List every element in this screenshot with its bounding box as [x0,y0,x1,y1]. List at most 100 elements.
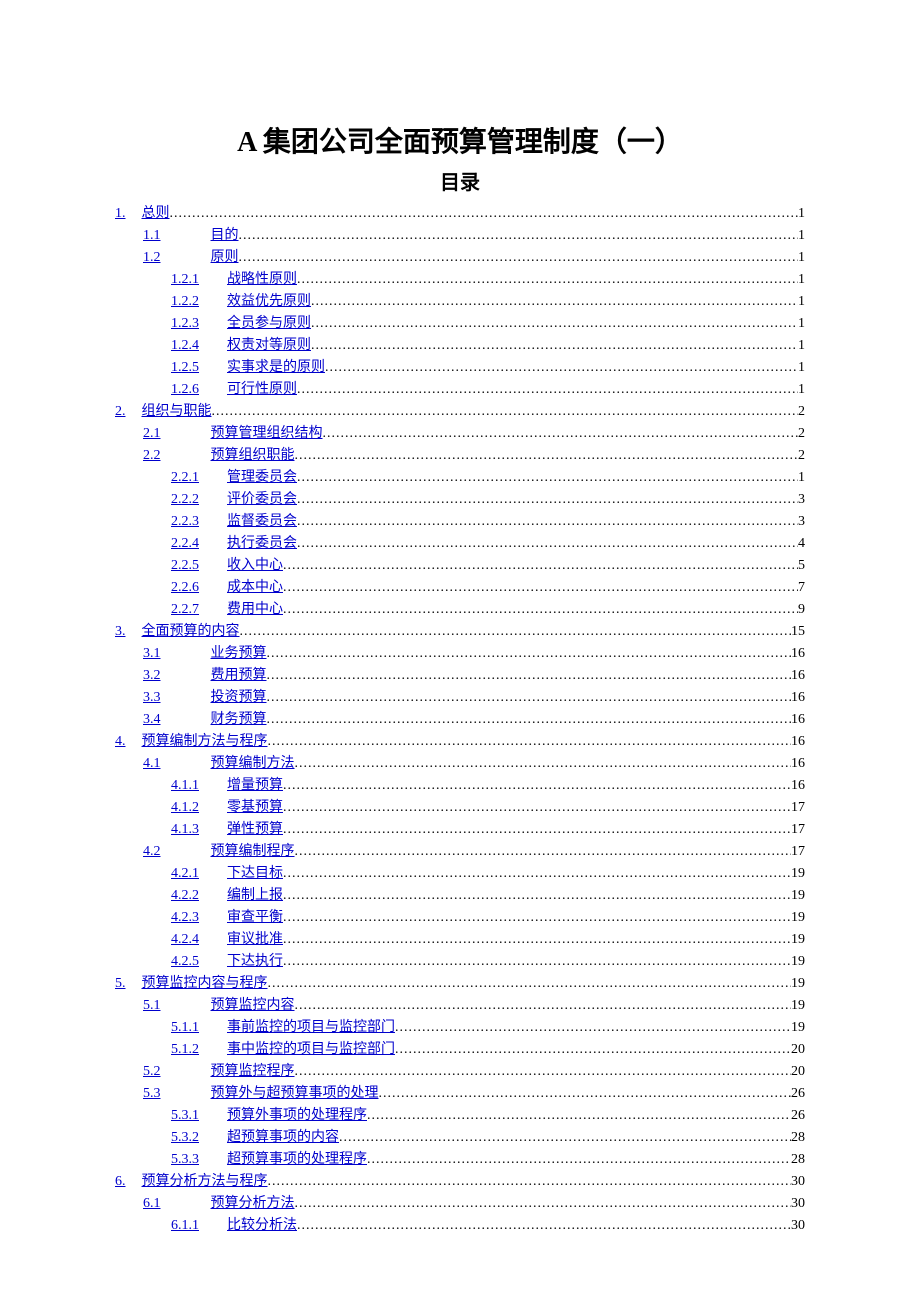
toc-number-link[interactable]: 1. [115,203,126,224]
toc-label-link[interactable]: 预算外事项的处理程序 [227,1105,367,1126]
toc-number-link[interactable]: 5.2 [143,1061,161,1082]
toc-number-link[interactable]: 5.1 [143,995,161,1016]
toc-number-link[interactable]: 6.1 [143,1193,161,1214]
toc-label-link[interactable]: 费用中心 [227,599,283,620]
toc-number-link[interactable]: 4.2 [143,841,161,862]
toc-label-link[interactable]: 可行性原则 [227,379,297,400]
toc-number-link[interactable]: 2.1 [143,423,161,444]
toc-number-link[interactable]: 2.2.7 [171,599,199,620]
toc-label-link[interactable]: 全面预算的内容 [142,621,240,642]
toc-label-link[interactable]: 投资预算 [211,687,267,708]
toc-number-link[interactable]: 3.4 [143,709,161,730]
toc-label-link[interactable]: 实事求是的原则 [227,357,325,378]
toc-number-link[interactable]: 1.2.6 [171,379,199,400]
toc-number-link[interactable]: 4. [115,731,126,752]
toc-label-link[interactable]: 费用预算 [211,665,267,686]
toc-label-link[interactable]: 预算监控程序 [211,1061,295,1082]
toc-label-link[interactable]: 收入中心 [227,555,283,576]
toc-label-link[interactable]: 战略性原则 [227,269,297,290]
toc-number-link[interactable]: 2. [115,401,126,422]
toc-label-link[interactable]: 预算分析方法与程序 [142,1171,268,1192]
toc-page-number: 2 [798,401,805,422]
toc-number-link[interactable]: 4.1.3 [171,819,199,840]
toc-number-link[interactable]: 2.2.4 [171,533,199,554]
toc-number-link[interactable]: 4.2.3 [171,907,199,928]
toc-page-number: 19 [791,995,805,1016]
toc-number-link[interactable]: 4.2.5 [171,951,199,972]
toc-number-link[interactable]: 5.1.1 [171,1017,199,1038]
toc-number-link[interactable]: 6.1.1 [171,1215,199,1236]
toc-number-link[interactable]: 3. [115,621,126,642]
toc-label-link[interactable]: 评价委员会 [227,489,297,510]
toc-label-link[interactable]: 零基预算 [227,797,283,818]
toc-number-link[interactable]: 5.3 [143,1083,161,1104]
toc-label-link[interactable]: 预算外与超预算事项的处理 [211,1083,379,1104]
toc-number-link[interactable]: 4.1.1 [171,775,199,796]
toc-label-link[interactable]: 超预算事项的内容 [227,1127,339,1148]
toc-label-link[interactable]: 业务预算 [211,643,267,664]
toc-label-link[interactable]: 效益优先原则 [227,291,311,312]
toc-label-link[interactable]: 增量预算 [227,775,283,796]
toc-label-link[interactable]: 预算编制方法 [211,753,295,774]
toc-label-link[interactable]: 监督委员会 [227,511,297,532]
toc-number-link[interactable]: 5.3.1 [171,1105,199,1126]
toc-label-link[interactable]: 编制上报 [227,885,283,906]
toc-label-link[interactable]: 组织与职能 [142,401,212,422]
toc-number-link[interactable]: 1.2.2 [171,291,199,312]
toc-label-link[interactable]: 预算编制程序 [211,841,295,862]
toc-label-link[interactable]: 审议批准 [227,929,283,950]
toc-label-link[interactable]: 总则 [142,203,170,224]
toc-label-link[interactable]: 管理委员会 [227,467,297,488]
toc-dots: ........................................… [295,753,792,774]
toc-number-link[interactable]: 5. [115,973,126,994]
toc-label-link[interactable]: 预算组织职能 [211,445,295,466]
toc-number-link[interactable]: 2.2.3 [171,511,199,532]
toc-number-link[interactable]: 1.1 [143,225,161,246]
toc-label-link[interactable]: 目的 [211,225,239,246]
toc-label-link[interactable]: 财务预算 [211,709,267,730]
toc-label-link[interactable]: 下达目标 [227,863,283,884]
toc-label-link[interactable]: 原则 [211,247,239,268]
toc-number-link[interactable]: 2.2.1 [171,467,199,488]
toc-label-link[interactable]: 事中监控的项目与监控部门 [227,1039,395,1060]
toc-number-link[interactable]: 3.3 [143,687,161,708]
toc-number-link[interactable]: 1.2.1 [171,269,199,290]
toc-label-link[interactable]: 执行委员会 [227,533,297,554]
toc-label-link[interactable]: 弹性预算 [227,819,283,840]
toc-number-link[interactable]: 1.2 [143,247,161,268]
toc-label-link[interactable]: 权责对等原则 [227,335,311,356]
toc-number-link[interactable]: 5.3.3 [171,1149,199,1170]
toc-number-link[interactable]: 2.2.6 [171,577,199,598]
toc-number-link[interactable]: 2.2.5 [171,555,199,576]
toc-number-link[interactable]: 4.1 [143,753,161,774]
toc-label-link[interactable]: 预算监控内容 [211,995,295,1016]
toc-label-link[interactable]: 全员参与原则 [227,313,311,334]
toc-label-link[interactable]: 下达执行 [227,951,283,972]
toc-label-link[interactable]: 超预算事项的处理程序 [227,1149,367,1170]
toc-number-link[interactable]: 2.2.2 [171,489,199,510]
toc-number-link[interactable]: 5.3.2 [171,1127,199,1148]
toc-label-link[interactable]: 预算管理组织结构 [211,423,323,444]
toc-number-link[interactable]: 3.2 [143,665,161,686]
toc-row: 1.1目的...................................… [115,225,805,246]
toc-label-link[interactable]: 比较分析法 [227,1215,297,1236]
toc-number-link[interactable]: 6. [115,1171,126,1192]
toc-number-link[interactable]: 1.2.4 [171,335,199,356]
toc-number-link[interactable]: 1.2.3 [171,313,199,334]
toc-label-link[interactable]: 审查平衡 [227,907,283,928]
toc-number-link[interactable]: 3.1 [143,643,161,664]
toc-row: 5.1.2事中监控的项目与监控部门.......................… [115,1039,805,1060]
toc-number-link[interactable]: 4.1.2 [171,797,199,818]
toc-number-link[interactable]: 1.2.5 [171,357,199,378]
toc-number-link[interactable]: 4.2.1 [171,863,199,884]
toc-page-number: 1 [798,291,805,312]
toc-number-link[interactable]: 4.2.4 [171,929,199,950]
toc-number-link[interactable]: 2.2 [143,445,161,466]
toc-number-link[interactable]: 5.1.2 [171,1039,199,1060]
toc-label-link[interactable]: 事前监控的项目与监控部门 [227,1017,395,1038]
toc-label-link[interactable]: 预算分析方法 [211,1193,295,1214]
toc-label-link[interactable]: 成本中心 [227,577,283,598]
toc-number-link[interactable]: 4.2.2 [171,885,199,906]
toc-label-link[interactable]: 预算监控内容与程序 [142,973,268,994]
toc-label-link[interactable]: 预算编制方法与程序 [142,731,268,752]
